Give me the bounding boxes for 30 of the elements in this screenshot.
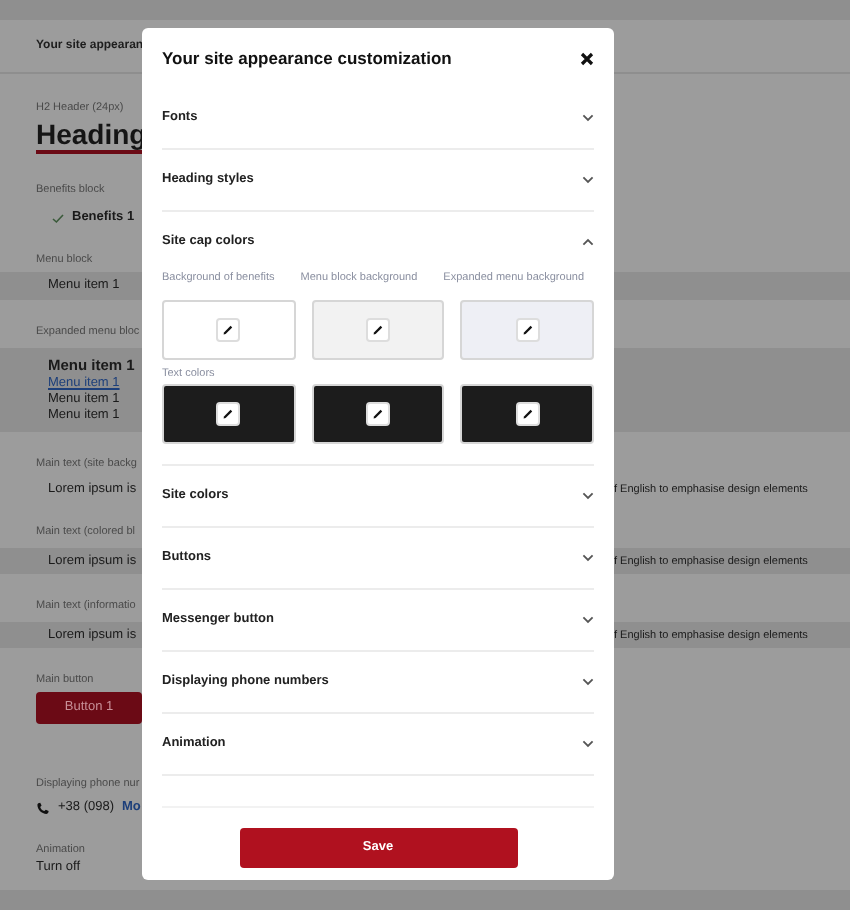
chevron-icon xyxy=(582,114,594,122)
chevron-icon xyxy=(582,678,594,686)
edit-button[interactable] xyxy=(515,318,540,342)
color-swatch[interactable] xyxy=(162,384,296,444)
dialog-title: Your site appearance customization xyxy=(162,45,452,71)
edit-button[interactable] xyxy=(366,402,390,426)
chevron-icon xyxy=(582,616,594,624)
color-swatch[interactable] xyxy=(311,300,445,360)
edit-button[interactable] xyxy=(366,318,390,342)
pencil-icon xyxy=(521,408,534,420)
phone-icon xyxy=(36,801,50,815)
color-swatch[interactable] xyxy=(460,384,595,444)
pencil-icon xyxy=(372,408,384,420)
pencil-icon xyxy=(222,408,235,420)
close-button[interactable] xyxy=(580,51,594,65)
pencil-icon xyxy=(521,324,534,336)
check-icon xyxy=(52,213,64,223)
chevron-icon xyxy=(582,554,594,562)
chevron-icon xyxy=(582,492,594,500)
edit-button[interactable] xyxy=(216,402,241,426)
edit-button[interactable] xyxy=(216,318,241,342)
chevron-icon xyxy=(582,176,594,184)
color-swatch[interactable] xyxy=(460,300,595,360)
color-swatch[interactable] xyxy=(311,384,445,444)
pencil-icon xyxy=(222,324,235,336)
edit-button[interactable] xyxy=(515,402,540,426)
chevron-icon xyxy=(582,238,594,246)
pencil-icon xyxy=(372,324,384,336)
color-swatch[interactable] xyxy=(162,300,296,360)
chevron-icon xyxy=(582,740,594,748)
